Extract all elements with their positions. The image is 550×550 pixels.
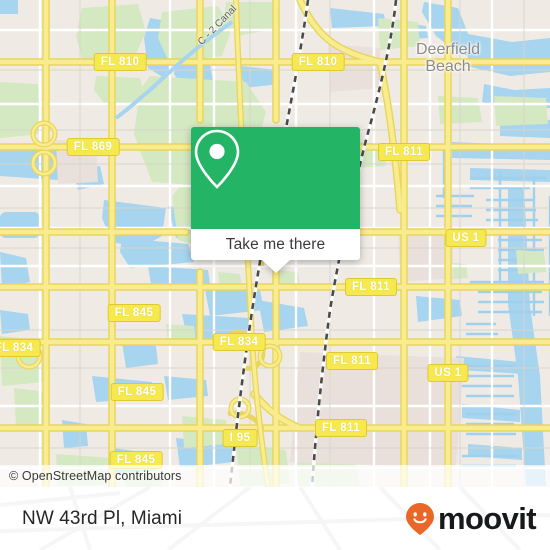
map-canvas[interactable]: FL 810 FL 810 FL 869 FL 811 US 1 FL 811 … <box>0 0 550 487</box>
attribution-text: © OpenStreetMap contributors <box>9 469 182 483</box>
road-shield: I 95 <box>222 429 258 447</box>
road-shield: US 1 <box>427 364 469 382</box>
map-screen: FL 810 FL 810 FL 869 FL 811 US 1 FL 811 … <box>0 0 550 550</box>
road-shield: FL 845 <box>110 383 164 401</box>
location-title: NW 43rd Pl, Miami <box>22 507 183 529</box>
moovit-wordmark: moovit <box>437 501 537 536</box>
road-shield: FL 834 <box>0 339 41 357</box>
take-me-there-label: Take me there <box>225 235 326 253</box>
road-shield: FL 811 <box>378 143 430 161</box>
place-label-line2: Beach <box>425 58 471 75</box>
footer-bar: NW 43rd Pl, Miami moovit <box>0 487 550 550</box>
road-shield: FL 845 <box>107 304 161 322</box>
callout-tail <box>261 260 290 273</box>
place-label-deerfield-beach: Deerfield Beach <box>416 41 480 75</box>
road-shield: FL 810 <box>291 53 345 71</box>
road-shield: FL 810 <box>93 53 147 71</box>
road-shield: FL 811 <box>315 419 367 437</box>
road-shield: FL 834 <box>212 333 266 351</box>
road-shield: FL 811 <box>326 352 378 370</box>
map-attribution: © OpenStreetMap contributors <box>0 465 550 487</box>
road-shield: US 1 <box>445 229 487 247</box>
moovit-smiley-pin-icon <box>405 502 434 535</box>
location-callout[interactable]: Take me there <box>191 127 360 273</box>
map-pin-icon <box>194 129 240 189</box>
road-shield: FL 811 <box>345 278 397 296</box>
place-label-line1: Deerfield <box>415 41 481 58</box>
callout-pin-area <box>191 127 360 229</box>
road-shield: FL 869 <box>66 138 120 156</box>
moovit-brand[interactable]: moovit <box>405 501 537 536</box>
take-me-there-button[interactable]: Take me there <box>191 229 360 273</box>
